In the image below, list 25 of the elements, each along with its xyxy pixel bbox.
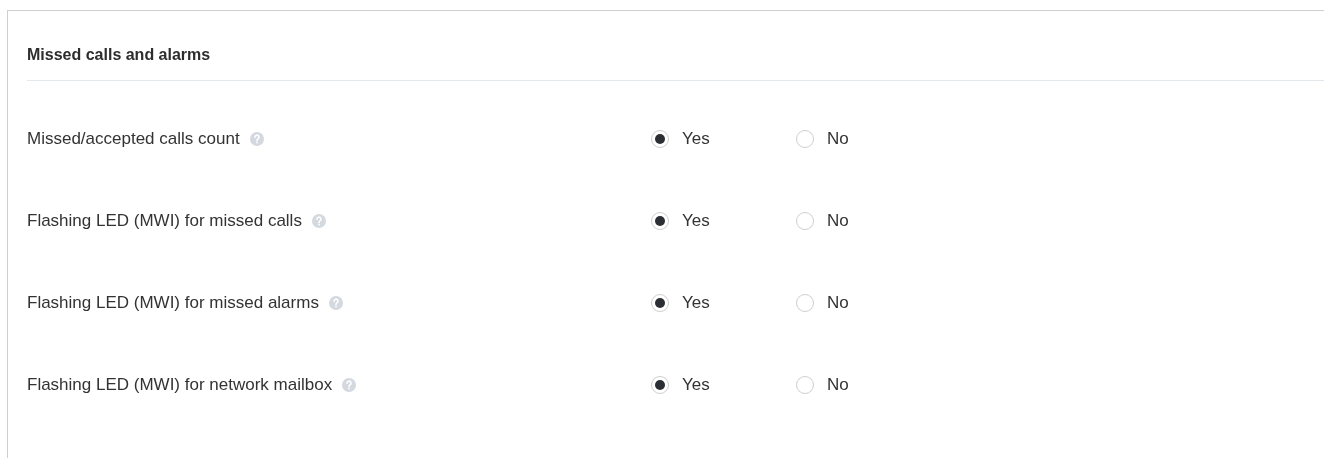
option-label[interactable]: Yes (682, 211, 710, 231)
setting-label: Flashing LED (MWI) for missed alarms (27, 293, 319, 313)
option-label[interactable]: Yes (682, 375, 710, 395)
radio-button[interactable] (796, 130, 814, 148)
radio-button[interactable] (796, 376, 814, 394)
help-icon[interactable] (342, 378, 357, 392)
help-icon[interactable] (311, 214, 326, 228)
help-icon[interactable] (328, 296, 343, 310)
option-label[interactable]: No (827, 211, 849, 231)
setting-label: Flashing LED (MWI) for missed calls (27, 211, 302, 231)
radio-button[interactable] (796, 212, 814, 230)
option-label[interactable]: No (827, 129, 849, 149)
option-label[interactable]: No (827, 375, 849, 395)
help-icon[interactable] (249, 132, 264, 146)
section-title: Missed calls and alarms (27, 45, 212, 65)
radio-button[interactable] (651, 376, 669, 394)
setting-label: Flashing LED (MWI) for network mailbox (27, 375, 333, 395)
setting-label: Missed/accepted calls count (27, 129, 240, 149)
option-label[interactable]: Yes (682, 129, 710, 149)
radio-button[interactable] (796, 294, 814, 312)
option-label[interactable]: No (827, 293, 849, 313)
option-label[interactable]: Yes (682, 293, 710, 313)
radio-button[interactable] (651, 294, 669, 312)
radio-button[interactable] (651, 130, 669, 148)
radio-button[interactable] (651, 212, 669, 230)
